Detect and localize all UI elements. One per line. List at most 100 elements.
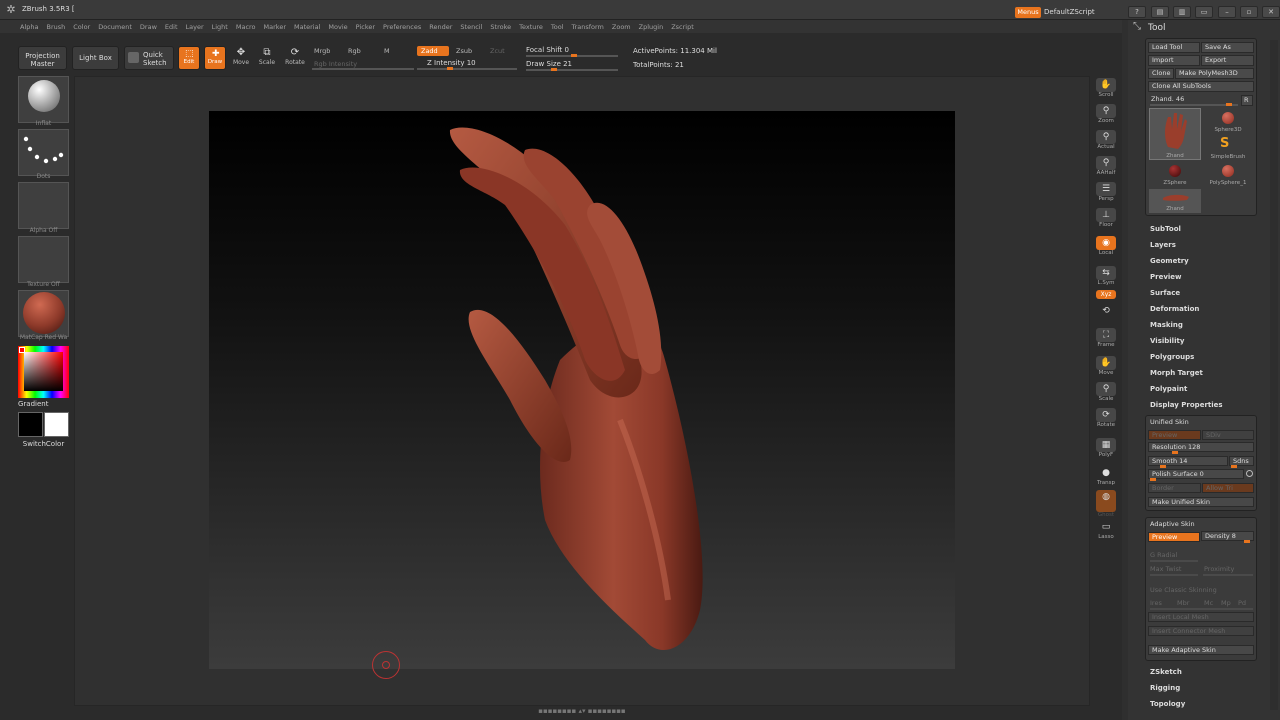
rotate-button[interactable]: ⟳ Rotate	[284, 46, 306, 70]
actual-button[interactable]: ⚲ Actual	[1094, 130, 1118, 154]
frame-button[interactable]: ⛶ Frame	[1094, 328, 1118, 352]
polish-radio-icon[interactable]	[1246, 470, 1253, 477]
current-tool-slider[interactable]: Zhand. 46	[1151, 95, 1184, 103]
clone-all-subtools-button[interactable]: Clone All SubTools	[1148, 81, 1254, 92]
insert-local-mesh-button[interactable]: Insert Local Mesh	[1148, 612, 1254, 622]
lsym-button[interactable]: ⇆ L.Sym	[1094, 266, 1118, 290]
menu-transform[interactable]: Transform	[568, 20, 608, 33]
z-intensity-slider[interactable]: Z Intensity 10	[427, 59, 476, 67]
aahalf-button[interactable]: ⚲ AAHalf	[1094, 156, 1118, 180]
resolution-knob[interactable]	[1172, 451, 1178, 454]
gradient-label[interactable]: Gradient	[18, 400, 48, 408]
simplebrush-thumb-icon[interactable]: S	[1220, 136, 1229, 151]
section-rigging[interactable]: Rigging	[1150, 684, 1180, 692]
zoom-button[interactable]: ⚲ Zoom	[1094, 104, 1118, 128]
stroke-selector[interactable]	[18, 129, 69, 176]
unified-preview-button[interactable]: Preview	[1148, 430, 1201, 440]
move-button[interactable]: ✥ Move	[230, 46, 252, 70]
scale-button[interactable]: ⧉ Scale	[256, 46, 278, 70]
maximize-icon[interactable]: ▫	[1240, 6, 1258, 18]
section-deformation[interactable]: Deformation	[1150, 305, 1199, 313]
tool-panel-right-scrollbar[interactable]	[1270, 40, 1278, 710]
menu-preferences[interactable]: Preferences	[379, 20, 425, 33]
smooth-knob[interactable]	[1160, 465, 1166, 468]
scroll-button[interactable]: ✋ Scroll	[1094, 78, 1118, 102]
import-button[interactable]: Import	[1148, 55, 1200, 66]
quick-sketch-button[interactable]: Quick Sketch	[124, 46, 174, 70]
zcut-button[interactable]: Zcut	[486, 46, 509, 56]
color-picker[interactable]	[18, 346, 69, 398]
menu-zplugin[interactable]: Zplugin	[635, 20, 668, 33]
main-color-swatch[interactable]	[44, 412, 69, 437]
section-masking[interactable]: Masking	[1150, 321, 1183, 329]
rgb-intensity-track[interactable]	[312, 68, 414, 70]
insert-connector-mesh-button[interactable]: Insert Connector Mesh	[1148, 626, 1254, 636]
section-zsketch[interactable]: ZSketch	[1150, 668, 1182, 676]
section-polygroups[interactable]: Polygroups	[1150, 353, 1194, 361]
allow-tri-button[interactable]: Allow Tri	[1202, 483, 1254, 493]
max-twist-slider[interactable]: Max Twist	[1150, 565, 1181, 573]
menu-movie[interactable]: Movie	[324, 20, 351, 33]
focal-shift-slider[interactable]: Focal Shift 0	[526, 46, 569, 54]
menu-material[interactable]: Material	[290, 20, 324, 33]
z-intensity-knob[interactable]	[447, 67, 453, 70]
secondary-color-swatch[interactable]	[18, 412, 43, 437]
menu-zoom[interactable]: Zoom	[608, 20, 635, 33]
viewport-scroll-indicator[interactable]: ▪▪▪▪▪▪▪▪ ▴▾ ▪▪▪▪▪▪▪▪	[74, 707, 1090, 720]
menu-macro[interactable]: Macro	[232, 20, 260, 33]
mp-slider[interactable]: Mp	[1221, 599, 1231, 607]
classic-skinning-toggle[interactable]: Use Classic Skinning	[1150, 586, 1217, 594]
make-polymesh3d-button[interactable]: Make PolyMesh3D	[1175, 68, 1254, 79]
menus-toggle-button[interactable]: Menus	[1015, 7, 1041, 18]
proximity-slider[interactable]: Proximity	[1204, 565, 1234, 573]
zsphere-thumb-icon[interactable]	[1169, 165, 1181, 177]
help-icon[interactable]: ?	[1128, 6, 1146, 18]
draw-size-track[interactable]	[526, 69, 618, 71]
material-selector[interactable]	[18, 290, 69, 337]
layout2-icon[interactable]: ▥	[1173, 6, 1191, 18]
export-button[interactable]: Export	[1201, 55, 1254, 66]
transp-button[interactable]: ● Transp	[1094, 466, 1118, 490]
polish-surface-slider[interactable]: Polish Surface 0	[1148, 469, 1244, 479]
section-visibility[interactable]: Visibility	[1150, 337, 1184, 345]
g-radial-track[interactable]	[1150, 560, 1198, 562]
alpha-selector[interactable]	[18, 182, 69, 229]
g-radial-slider[interactable]: G Radial	[1150, 551, 1177, 559]
section-geometry[interactable]: Geometry	[1150, 257, 1189, 265]
menu-marker[interactable]: Marker	[260, 20, 290, 33]
color-picker-marker[interactable]	[19, 347, 25, 353]
adaptive-preview-button[interactable]: Preview	[1148, 532, 1200, 542]
persp-button[interactable]: ☰ Persp	[1094, 182, 1118, 206]
make-adaptive-skin-button[interactable]: Make Adaptive Skin	[1148, 645, 1254, 655]
unified-sdiv-slider[interactable]: SDiv	[1202, 430, 1254, 440]
section-polypaint[interactable]: Polypaint	[1150, 385, 1187, 393]
section-surface[interactable]: Surface	[1150, 289, 1180, 297]
menu-layer[interactable]: Layer	[182, 20, 208, 33]
edit-button[interactable]: ⬚ Edit	[178, 46, 200, 70]
section-morph-target[interactable]: Morph Target	[1150, 369, 1203, 377]
polyf-button[interactable]: ▦ PolyF	[1094, 438, 1118, 462]
floor-button[interactable]: ⊥ Floor	[1094, 208, 1118, 232]
unified-skin-title[interactable]: Unified Skin	[1150, 418, 1189, 426]
menu-alpha[interactable]: Alpha	[16, 20, 42, 33]
zadd-button[interactable]: Zadd	[417, 46, 449, 56]
adaptive-skin-title[interactable]: Adaptive Skin	[1150, 520, 1195, 528]
menu-edit[interactable]: Edit	[161, 20, 182, 33]
m-button[interactable]: M	[380, 46, 394, 56]
close-icon[interactable]: ✕	[1262, 6, 1280, 18]
sphere3d-thumb-icon[interactable]	[1222, 112, 1234, 124]
proximity-track[interactable]	[1203, 574, 1253, 576]
3d-canvas[interactable]	[209, 111, 955, 679]
polish-surface-knob[interactable]	[1150, 478, 1156, 481]
load-tool-button[interactable]: Load Tool	[1148, 42, 1200, 53]
menu-render[interactable]: Render	[425, 20, 456, 33]
sdns-knob[interactable]	[1231, 465, 1237, 468]
zsub-button[interactable]: Zsub	[452, 46, 476, 56]
resolution-slider[interactable]: Resolution 128	[1148, 442, 1254, 452]
pin-icon[interactable]: ⤡	[1133, 21, 1141, 32]
menu-stroke[interactable]: Stroke	[486, 20, 515, 33]
current-tool-knob[interactable]	[1226, 103, 1232, 106]
menu-tool[interactable]: Tool	[547, 20, 568, 33]
lock-icon[interactable]: ▭	[1195, 6, 1213, 18]
draw-button[interactable]: ✚ Draw	[204, 46, 226, 70]
